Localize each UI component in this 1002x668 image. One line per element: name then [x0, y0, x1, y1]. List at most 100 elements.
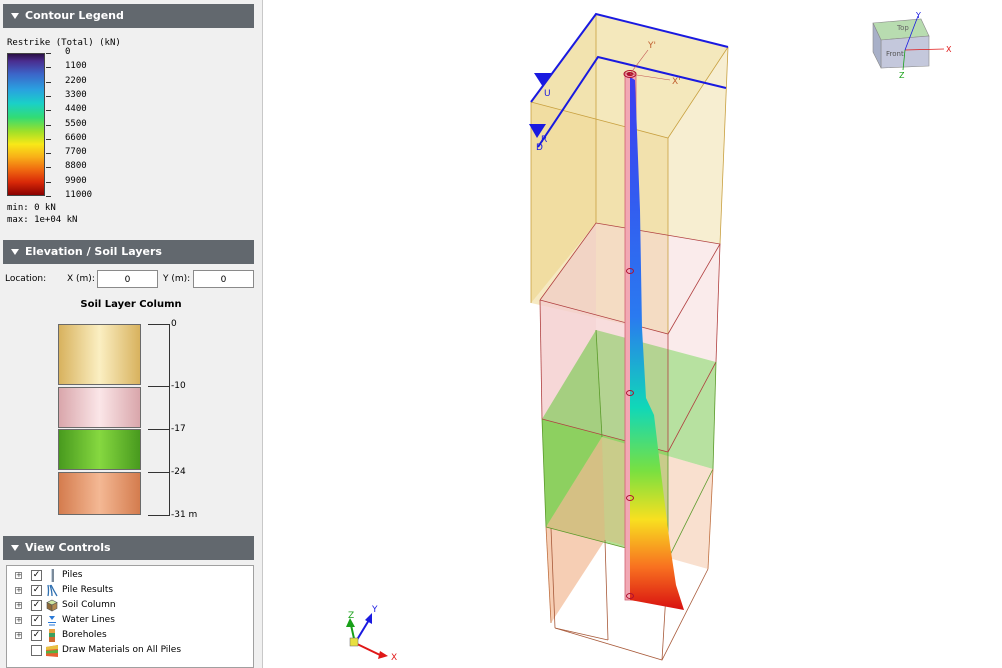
expand-icon[interactable]: +: [15, 632, 22, 639]
elevation-tick: [148, 429, 170, 430]
triad-x-label: X: [391, 653, 397, 663]
draw-materials-checkbox[interactable]: [31, 645, 42, 656]
legend-tick-mark: [46, 196, 51, 197]
y-coordinate-input[interactable]: 0: [193, 270, 254, 288]
tree-item-boreholes[interactable]: + ✓ Boreholes: [7, 628, 253, 643]
elevation-label: 0: [171, 319, 177, 329]
legend-tick-label: 1100: [65, 61, 87, 71]
soil-layer-1[interactable]: [58, 324, 141, 385]
pile-results-icon: [47, 584, 58, 597]
tree-item-soil-column[interactable]: + ✓ Soil Column: [7, 598, 253, 613]
contour-legend-title: Contour Legend: [25, 9, 124, 22]
x-coordinate-label: X (m):: [67, 274, 95, 284]
legend-quantity: Restrike (Total) (kN): [7, 38, 121, 48]
legend-tick-mark: [46, 139, 51, 140]
legend-tick-mark: [46, 182, 51, 183]
elevation-label: -31 m: [171, 510, 198, 520]
elevation-tick: [148, 515, 170, 516]
elevation-label: -24: [171, 467, 186, 477]
legend-tick-mark: [46, 110, 51, 111]
view-controls-header[interactable]: View Controls: [3, 536, 254, 560]
legend-tick-label: 3300: [65, 90, 87, 100]
y-coordinate-label: Y (m):: [163, 274, 191, 284]
contour-legend-header[interactable]: Contour Legend: [3, 4, 254, 28]
tree-item-label: Piles: [62, 570, 83, 580]
elevation-tick: [148, 472, 170, 473]
legend-tick-label: 2200: [65, 76, 87, 86]
water-lines-checkbox[interactable]: ✓: [31, 615, 42, 626]
expand-icon[interactable]: +: [15, 572, 22, 579]
expand-icon[interactable]: +: [15, 617, 22, 624]
tree-item-label: Soil Column: [62, 600, 116, 610]
legend-tick-label: 0: [65, 47, 71, 57]
water-lines-icon: [48, 616, 56, 626]
soil-layer-4[interactable]: [58, 472, 141, 515]
3d-viewport[interactable]: Y' X' U R D X Y Z Top Front X Y Z: [263, 0, 1002, 668]
tree-item-water-lines[interactable]: + ✓ Water Lines: [7, 613, 253, 628]
legend-tick-label: 8800: [65, 161, 87, 171]
elevation-axis: [169, 324, 170, 516]
tree-item-label: Boreholes: [62, 630, 107, 640]
piles-checkbox[interactable]: ✓: [31, 570, 42, 581]
tree-item-label: Pile Results: [62, 585, 114, 595]
tree-item-label: Water Lines: [62, 615, 115, 625]
local-x-axis-label: X': [672, 77, 681, 87]
legend-tick-label: 7700: [65, 147, 87, 157]
legend-min: min: 0 kN: [7, 203, 56, 213]
elevation-tick: [148, 386, 170, 387]
view-controls-title: View Controls: [25, 541, 111, 554]
pile-icon: [51, 569, 54, 582]
elevation-label: -10: [171, 381, 186, 391]
view-controls-tree: + ✓ Piles + ✓ Pile Results + ✓ Soil Colu…: [6, 565, 254, 668]
elevation-header[interactable]: Elevation / Soil Layers: [3, 240, 254, 264]
expand-icon[interactable]: +: [15, 587, 22, 594]
legend-tick-mark: [46, 125, 51, 126]
collapse-triangle-icon[interactable]: [11, 249, 19, 255]
legend-tick-mark: [46, 167, 51, 168]
triad-z-label: Z: [348, 611, 354, 621]
soil-column-title: Soil Layer Column: [80, 299, 182, 310]
collapse-triangle-icon[interactable]: [11, 13, 19, 19]
legend-tick-mark: [46, 53, 51, 54]
view-cube-z-label: Z: [899, 71, 905, 80]
legend-tick-label: 6600: [65, 133, 87, 143]
x-coordinate-input[interactable]: 0: [97, 270, 158, 288]
view-cube-y-label: Y: [915, 11, 921, 20]
boreholes-checkbox[interactable]: ✓: [31, 630, 42, 641]
elevation-tick: [148, 324, 170, 325]
legend-max: max: 1e+04 kN: [7, 215, 78, 225]
legend-tick-label: 9900: [65, 176, 87, 186]
location-label: Location:: [5, 274, 47, 284]
soil-layer-3[interactable]: [58, 429, 141, 470]
legend-color-bar: [7, 53, 45, 196]
soil-column-checkbox[interactable]: ✓: [31, 600, 42, 611]
tree-item-draw-materials[interactable]: Draw Materials on All Piles: [7, 643, 253, 658]
legend-tick-mark: [46, 153, 51, 154]
legend-tick-mark: [46, 67, 51, 68]
draw-materials-icon: [46, 645, 58, 657]
local-y-axis-label: Y': [647, 41, 656, 51]
u-marker-label: U: [544, 89, 551, 99]
tree-item-pile-results[interactable]: + ✓ Pile Results: [7, 583, 253, 598]
soil-layer-2[interactable]: [58, 387, 141, 428]
legend-tick-label: 4400: [65, 104, 87, 114]
d-marker-label: D: [536, 143, 543, 153]
legend-tick-label: 5500: [65, 119, 87, 129]
triad-y-label: Y: [371, 605, 378, 615]
legend-tick-label: 11000: [65, 190, 93, 200]
view-cube-top-label: Top: [896, 24, 909, 32]
tree-item-label: Draw Materials on All Piles: [62, 645, 182, 655]
side-panel: Contour Legend Restrike (Total) (kN) 0 11…: [0, 0, 263, 668]
tree-item-piles[interactable]: + ✓ Piles: [7, 568, 253, 583]
expand-icon[interactable]: +: [15, 602, 22, 609]
view-cube-front-label: Front: [886, 50, 904, 58]
legend-tick-mark: [46, 96, 51, 97]
collapse-triangle-icon[interactable]: [11, 545, 19, 551]
borehole-icon: [49, 629, 55, 642]
legend-tick-mark: [46, 82, 51, 83]
pile-results-checkbox[interactable]: ✓: [31, 585, 42, 596]
elevation-title: Elevation / Soil Layers: [25, 245, 162, 258]
soil-column-icon: [46, 599, 58, 612]
view-cube-x-label: X: [946, 45, 952, 54]
elevation-label: -17: [171, 424, 186, 434]
